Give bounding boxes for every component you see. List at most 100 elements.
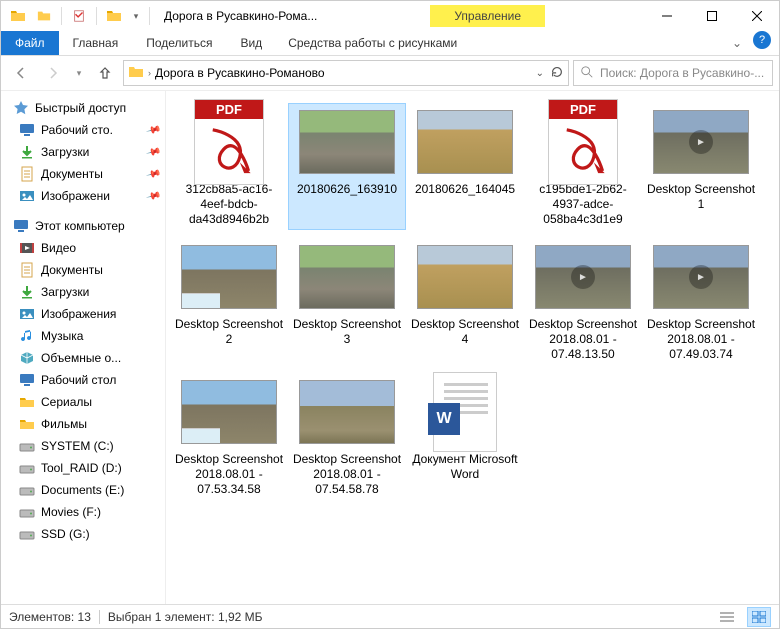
close-button[interactable] bbox=[734, 1, 779, 31]
file-label: Desktop Screenshot 2018.08.01 - 07.54.58… bbox=[292, 452, 402, 497]
title-bar: ▾ Дорога в Русавкино-Рома... Управление bbox=[1, 1, 779, 31]
file-label: 312cb8a5-ac16-4eef-bdcb-da43d8946b2b bbox=[174, 182, 284, 227]
file-thumbnail bbox=[653, 241, 749, 313]
monitor-icon bbox=[19, 372, 35, 388]
sidebar-pc-item[interactable]: Изображения bbox=[1, 303, 165, 325]
search-placeholder: Поиск: Дорога в Русавкино-... bbox=[600, 66, 764, 80]
tab-share[interactable]: Поделиться bbox=[132, 31, 226, 55]
sidebar-quickaccess[interactable]: Быстрый доступ bbox=[1, 97, 165, 119]
file-item[interactable]: Desktop Screenshot 4 bbox=[406, 238, 524, 365]
file-label: Desktop Screenshot 2 bbox=[174, 317, 284, 347]
file-label: 20180626_164045 bbox=[415, 182, 515, 197]
file-item[interactable]: PDFc195bde1-2b62-4937-adce-058ba4c3d1e9 bbox=[524, 103, 642, 230]
sidebar-quick-item[interactable]: Документы📌 bbox=[1, 163, 165, 185]
status-item-count: Элементов: 13 bbox=[9, 610, 91, 624]
folder-icon-2 bbox=[103, 5, 125, 27]
file-item[interactable]: PDF312cb8a5-ac16-4eef-bdcb-da43d8946b2b bbox=[170, 103, 288, 230]
monitor-icon bbox=[13, 218, 29, 234]
tab-home[interactable]: Главная bbox=[59, 31, 133, 55]
down-icon bbox=[19, 144, 35, 160]
sidebar-pc-item[interactable]: Загрузки bbox=[1, 281, 165, 303]
file-label: Desktop Screenshot 2018.08.01 - 07.53.34… bbox=[174, 452, 284, 497]
pin-icon: 📌 bbox=[145, 144, 161, 160]
nav-forward-button[interactable] bbox=[39, 60, 67, 86]
context-subtab[interactable]: Средства работы с рисунками bbox=[276, 31, 469, 55]
file-label: Desktop Screenshot 2018.08.01 - 07.49.03… bbox=[646, 317, 756, 362]
cube-icon bbox=[19, 350, 35, 366]
tab-file[interactable]: Файл bbox=[1, 31, 59, 55]
folder-icon bbox=[19, 394, 35, 410]
tab-view[interactable]: Вид bbox=[226, 31, 276, 55]
file-thumbnail: PDF bbox=[181, 106, 277, 178]
file-thumbnail bbox=[653, 106, 749, 178]
breadcrumb-item[interactable]: Дорога в Русавкино-Романово bbox=[155, 66, 325, 80]
sidebar-quick-item[interactable]: Изображени📌 bbox=[1, 185, 165, 207]
file-label: c195bde1-2b62-4937-adce-058ba4c3d1e9 bbox=[528, 182, 638, 227]
chevron-right-icon[interactable]: › bbox=[148, 68, 151, 78]
navigation-pane[interactable]: Быстрый доступРабочий сто.📌Загрузки📌Доку… bbox=[1, 91, 166, 604]
nav-up-button[interactable] bbox=[91, 60, 119, 86]
star-icon bbox=[13, 100, 29, 116]
sidebar-pc-item[interactable]: Музыка bbox=[1, 325, 165, 347]
file-item[interactable]: Desktop Screenshot 2018.08.01 - 07.49.03… bbox=[642, 238, 760, 365]
sidebar-pc-item[interactable]: SYSTEM (C:) bbox=[1, 435, 165, 457]
file-label: Документ Microsoft Word bbox=[410, 452, 520, 482]
doc-icon bbox=[19, 166, 35, 182]
pin-icon: 📌 bbox=[145, 188, 161, 204]
drive-icon bbox=[19, 504, 35, 520]
sidebar-pc-item[interactable]: Документы bbox=[1, 259, 165, 281]
help-icon[interactable]: ? bbox=[753, 31, 771, 49]
file-item[interactable]: WДокумент Microsoft Word bbox=[406, 373, 524, 500]
sidebar-pc-item[interactable]: Объемные о... bbox=[1, 347, 165, 369]
file-thumbnail: PDF bbox=[535, 106, 631, 178]
sidebar-pc-item[interactable]: Рабочий стол bbox=[1, 369, 165, 391]
sidebar-pc-item[interactable]: Tool_RAID (D:) bbox=[1, 457, 165, 479]
file-item[interactable]: Desktop Screenshot 2 bbox=[170, 238, 288, 365]
file-label: Desktop Screenshot 3 bbox=[292, 317, 402, 347]
file-label: 20180626_163910 bbox=[297, 182, 397, 197]
file-item[interactable]: Desktop Screenshot 3 bbox=[288, 238, 406, 365]
drive-icon bbox=[19, 482, 35, 498]
address-bar[interactable]: › Дорога в Русавкино-Романово ⌄ bbox=[123, 60, 569, 86]
img-icon bbox=[19, 188, 35, 204]
sidebar-pc-item[interactable]: Сериалы bbox=[1, 391, 165, 413]
file-item[interactable]: Desktop Screenshot 2018.08.01 - 07.54.58… bbox=[288, 373, 406, 500]
file-thumbnail bbox=[181, 376, 277, 448]
search-input[interactable]: Поиск: Дорога в Русавкино-... bbox=[573, 60, 773, 86]
file-item[interactable]: Desktop Screenshot 2018.08.01 - 07.48.13… bbox=[524, 238, 642, 365]
sidebar-pc-item[interactable]: Documents (E:) bbox=[1, 479, 165, 501]
refresh-button[interactable] bbox=[550, 65, 564, 82]
status-selection: Выбран 1 элемент: 1,92 МБ bbox=[108, 610, 263, 624]
qat-properties-button[interactable] bbox=[68, 5, 90, 27]
file-list[interactable]: PDF312cb8a5-ac16-4eef-bdcb-da43d8946b2b2… bbox=[166, 91, 779, 604]
nav-back-button[interactable] bbox=[7, 60, 35, 86]
folder-icon bbox=[19, 416, 35, 432]
maximize-button[interactable] bbox=[689, 1, 734, 31]
sidebar-quick-item[interactable]: Рабочий сто.📌 bbox=[1, 119, 165, 141]
folder-small-icon bbox=[33, 5, 55, 27]
address-dropdown-button[interactable]: ⌄ bbox=[536, 68, 544, 79]
sidebar-pc-item[interactable]: Видео bbox=[1, 237, 165, 259]
sidebar-quick-item[interactable]: Загрузки📌 bbox=[1, 141, 165, 163]
minimize-button[interactable] bbox=[644, 1, 689, 31]
sidebar-pc-item[interactable]: Movies (F:) bbox=[1, 501, 165, 523]
nav-recent-button[interactable]: ▾ bbox=[71, 60, 87, 86]
sidebar-thispc[interactable]: Этот компьютер bbox=[1, 215, 165, 237]
file-label: Desktop Screenshot 2018.08.01 - 07.48.13… bbox=[528, 317, 638, 362]
file-item[interactable]: 20180626_163910 bbox=[288, 103, 406, 230]
view-thumbnails-button[interactable] bbox=[747, 607, 771, 627]
view-details-button[interactable] bbox=[715, 607, 739, 627]
file-item[interactable]: 20180626_164045 bbox=[406, 103, 524, 230]
file-thumbnail bbox=[299, 376, 395, 448]
pin-icon: 📌 bbox=[145, 122, 161, 138]
file-thumbnail bbox=[417, 106, 513, 178]
file-thumbnail bbox=[417, 241, 513, 313]
context-tab-header[interactable]: Управление bbox=[430, 5, 545, 27]
sidebar-pc-item[interactable]: SSD (G:) bbox=[1, 523, 165, 545]
qat-dropdown-button[interactable]: ▾ bbox=[129, 5, 143, 27]
file-item[interactable]: Desktop Screenshot 2018.08.01 - 07.53.34… bbox=[170, 373, 288, 500]
file-item[interactable]: Desktop Screenshot 1 bbox=[642, 103, 760, 230]
window-title: Дорога в Русавкино-Рома... bbox=[158, 9, 323, 23]
ribbon-expand-button[interactable]: ⌄ bbox=[725, 31, 749, 55]
sidebar-pc-item[interactable]: Фильмы bbox=[1, 413, 165, 435]
